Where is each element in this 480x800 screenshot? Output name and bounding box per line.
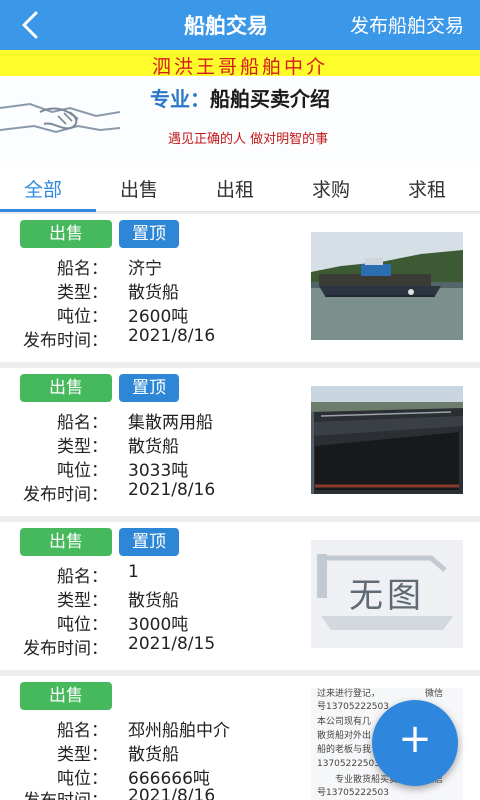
notice-text: 船的老板与我 [317,745,372,755]
ship-name-value: 1 [128,562,139,582]
chevron-left-icon [22,11,38,39]
ship-thumbnail[interactable] [311,232,463,340]
banner-carousel[interactable]: 泗洪王哥船舶中介 专业：船舶买卖介绍 遇见正确的人 做对明智的事 [0,50,480,162]
tonnage-label: 吨位： [57,615,108,635]
tonnage-value: 3000吨 [128,615,189,635]
tab-all[interactable]: 全部 [24,175,62,202]
listing-card[interactable]: 出售 置顶 船名： 集散两用船 类型： 散货船 吨位： 3033吨 发布时间： … [0,368,480,516]
tab-rent[interactable]: 出租 [216,175,254,202]
status-badge: 出售 [20,682,112,710]
publish-date-label: 发布时间： [0,786,108,800]
handshake-icon [0,102,120,134]
ship-type-label: 类型： [57,283,108,303]
plus-icon: + [398,716,432,762]
publish-date-value: 2021/8/16 [128,326,216,346]
tonnage-value: 2600吨 [128,307,189,327]
ship-name-value: 集散两用船 [128,413,213,433]
notice-text: 本公司现有几 [317,717,372,727]
notice-text: 号13705222503 [317,702,389,712]
ship-photo-icon [311,232,463,340]
banner-motto: 遇见正确的人 做对明智的事 [168,132,329,147]
ship-type-label: 类型： [57,591,108,611]
ship-type-label: 类型： [57,437,108,457]
pinned-badge: 置顶 [119,528,179,556]
status-badge: 出售 [20,528,112,556]
publish-date-value: 2021/8/16 [128,786,216,800]
tab-buy-request[interactable]: 求购 [312,175,350,202]
publish-date-label: 发布时间： [23,331,108,351]
status-badge: 出售 [20,220,112,248]
listing-card[interactable]: 出售 置顶 船名： 1 类型： 散货船 吨位： 3000吨 发布时间： 2021… [0,522,480,670]
tonnage-label: 吨位： [57,307,108,327]
ship-type-value: 散货船 [128,591,179,611]
notice-text: 过来进行登记， [317,689,381,699]
back-button[interactable] [14,8,48,42]
ship-name-value: 邳州船舶中介 [128,721,230,741]
add-listing-button[interactable]: + [372,700,458,786]
top-app-bar: 船舶交易 发布船舶交易 [0,0,480,50]
pinned-badge: 置顶 [119,220,179,248]
ship-thumbnail[interactable]: 无图 [311,540,463,648]
filter-tabs: 全部 出售 出租 求购 求租 [0,162,480,212]
ship-name-value: 济宁 [128,259,162,279]
ship-type-value: 散货船 [128,283,179,303]
tonnage-label: 吨位： [57,461,108,481]
ship-name-label: 船名： [57,413,108,433]
notice-text: 号13705222503 [317,788,389,798]
publish-trade-button[interactable]: 发布船舶交易 [350,11,464,38]
publish-date-label: 发布时间： [23,639,108,659]
banner-slogan: 专业：船舶买卖介绍 [150,87,330,111]
notice-text: 微信 [425,689,444,699]
tonnage-value: 3033吨 [128,461,189,481]
publish-date-value: 2021/8/16 [128,480,216,500]
tab-sell[interactable]: 出售 [120,175,158,202]
ship-thumbnail[interactable] [311,386,463,494]
publish-date-label: 发布时间： [23,485,108,505]
publish-date-value: 2021/8/15 [128,634,216,654]
tab-rent-request[interactable]: 求租 [408,175,446,202]
pinned-badge: 置顶 [119,374,179,402]
ship-name-label: 船名： [57,259,108,279]
no-image-text: 无图 [349,576,425,616]
ship-type-value: 散货船 [128,745,179,765]
ship-name-label: 船名： [57,721,108,741]
listing-card[interactable]: 出售 置顶 船名： 济宁 类型： 散货船 吨位： 2600吨 发布时间： 202… [0,214,480,362]
page-title: 船舶交易 [184,14,268,38]
ship-type-label: 类型： [57,745,108,765]
ship-type-value: 散货船 [128,437,179,457]
banner-company-name: 泗洪王哥船舶中介 [151,56,328,78]
ship-name-label: 船名： [57,567,108,587]
active-tab-indicator [0,209,96,212]
status-badge: 出售 [20,374,112,402]
cargo-hold-photo-icon [311,386,463,494]
notice-text: 散货船对外出 [317,731,372,741]
